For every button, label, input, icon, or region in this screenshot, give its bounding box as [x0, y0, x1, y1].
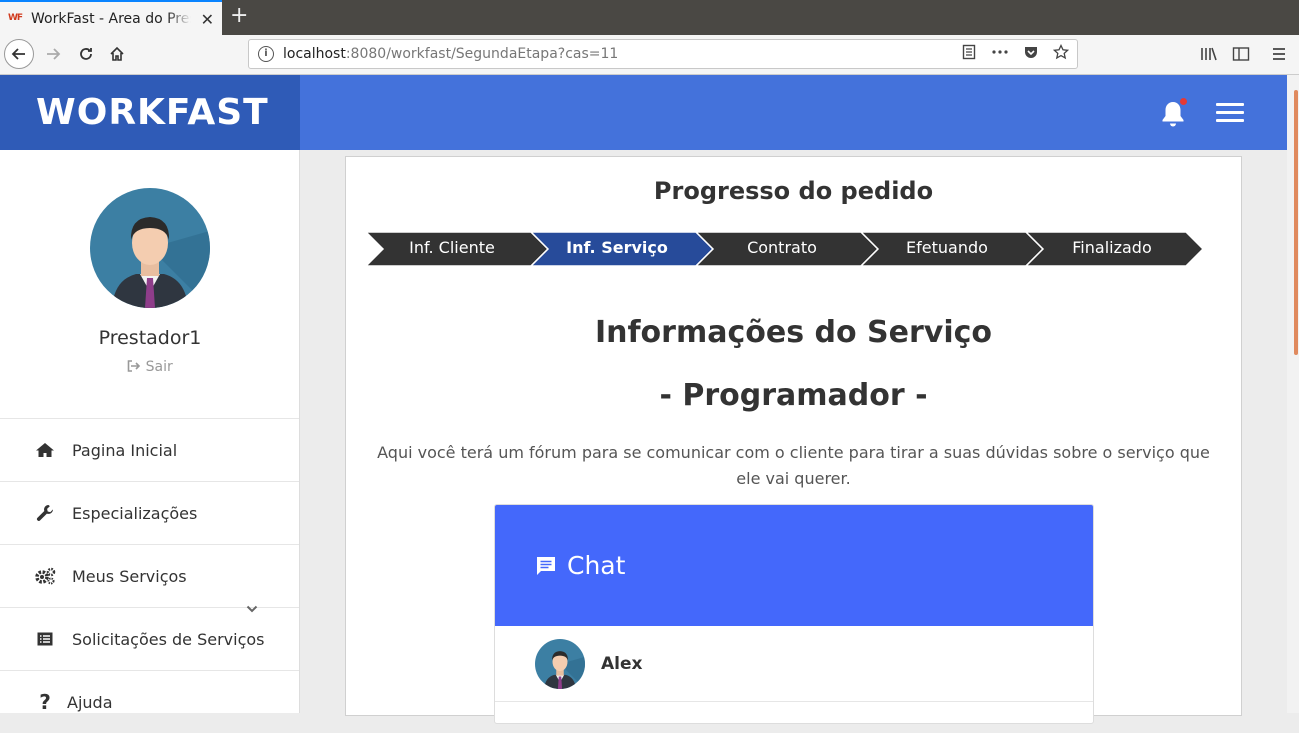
top-header [300, 75, 1287, 150]
forward-button[interactable] [38, 39, 68, 69]
chevron-down-icon[interactable] [246, 604, 258, 614]
progress-steps: Inf. Cliente Inf. Serviço Contrato Efetu… [366, 232, 1206, 266]
notification-dot [1180, 98, 1187, 105]
sidebar-item-meus-servicos[interactable]: Meus Serviços [0, 544, 299, 607]
sign-out-icon [127, 360, 141, 372]
logout-link[interactable]: Sair [0, 359, 300, 375]
user-name: Prestador1 [98, 327, 202, 349]
sidebar-item-pagina-inicial[interactable]: Pagina Inicial [0, 418, 299, 481]
step-inf-cliente: Inf. Cliente [409, 238, 495, 257]
pocket-icon[interactable] [1023, 44, 1039, 60]
step-finalizado: Finalizado [1072, 238, 1152, 257]
scrollbar-thumb[interactable] [1294, 90, 1298, 355]
reload-button[interactable] [71, 39, 101, 69]
sidebar-toggle-icon[interactable] [1232, 46, 1250, 62]
chat-title: Chat [567, 551, 626, 580]
browser-tab-bar: WF WorkFast - Area do Prestador ✕ + [0, 0, 1299, 35]
address-bar[interactable]: i localhost:8080/workfast/SegundaEtapa?c… [248, 39, 1078, 69]
browser-navigation-bar: i localhost:8080/workfast/SegundaEtapa?c… [0, 35, 1299, 75]
step-efetuando: Efetuando [906, 238, 988, 257]
reader-view-icon[interactable] [961, 44, 977, 60]
sidebar-item-solicitacoes[interactable]: Solicitações de Serviços [0, 604, 299, 670]
sidebar-item-ajuda[interactable]: ? Ajuda [0, 670, 299, 733]
step-inf-servico: Inf. Serviço [566, 238, 668, 257]
sidebar-menu: Pagina Inicial Especializações Meus Serv… [0, 418, 299, 733]
hamburger-menu-button[interactable] [1216, 103, 1244, 123]
bookmark-star-icon[interactable] [1053, 44, 1069, 60]
arrow-left-icon [11, 48, 25, 60]
browser-tab[interactable]: WF WorkFast - Area do Prestador ✕ [0, 0, 222, 35]
sidebar-item-especializacoes[interactable]: Especializações [0, 481, 299, 544]
close-tab-icon[interactable]: ✕ [201, 10, 214, 29]
home-button[interactable] [102, 39, 132, 69]
site-info-icon[interactable]: i [258, 46, 274, 62]
chat-panel: Chat Alex [494, 504, 1094, 724]
progress-title: Progresso do pedido [653, 177, 934, 205]
sidebar: Prestador1 Sair Pagina Inicial Especiali… [0, 150, 300, 714]
back-button[interactable] [4, 39, 34, 69]
brand-logo[interactable]: WORKFAST [0, 75, 300, 150]
brand-name: WORKFAST [36, 92, 269, 133]
order-card: Progresso do pedido Inf. Cliente Inf. Se… [345, 156, 1242, 724]
tab-title: WorkFast - Area do Prestador [31, 10, 191, 27]
home-outline-icon [110, 46, 124, 61]
sidebar-item-label: Solicitações de Serviços [72, 629, 265, 649]
user-avatar [90, 188, 210, 308]
sidebar-item-label: Especializações [72, 503, 198, 523]
page-scrollbar[interactable] [1287, 75, 1299, 713]
hamburger-line [1216, 119, 1244, 122]
sidebar-item-label: Meus Serviços [72, 566, 187, 586]
url-text[interactable]: localhost:8080/workfast/SegundaEtapa?cas… [283, 46, 618, 62]
step-contrato: Contrato [747, 238, 817, 257]
sidebar-item-label: Ajuda [67, 692, 113, 712]
home-icon [36, 443, 54, 457]
gears-icon [35, 567, 56, 585]
question-icon: ? [39, 690, 51, 714]
hamburger-line [1216, 111, 1244, 114]
main-content: Progresso do pedido Inf. Cliente Inf. Se… [300, 150, 1287, 724]
service-subtitle: - Programador - [659, 378, 928, 413]
list-icon [37, 632, 53, 646]
hamburger-line [1216, 103, 1244, 106]
url-path: :8080/workfast/SegundaEtapa?cas=11 [345, 46, 619, 62]
reload-icon [80, 48, 92, 60]
logout-label: Sair [145, 359, 173, 375]
chat-contact-row[interactable]: Alex [495, 626, 1093, 702]
menu-icon[interactable] [1271, 46, 1287, 62]
service-description: Aqui você terá um fórum para se comunica… [377, 443, 1210, 488]
url-host: localhost [283, 46, 346, 62]
sidebar-item-label: Pagina Inicial [72, 440, 178, 460]
contact-name: Alex [601, 653, 643, 674]
chat-header: Chat [495, 505, 1093, 626]
library-icon[interactable] [1200, 46, 1218, 62]
service-title: Informações do Serviço [594, 315, 993, 350]
arrow-right-icon [47, 48, 61, 60]
chat-bubble-icon [537, 556, 555, 575]
page-actions-icon[interactable] [991, 44, 1009, 60]
wrench-icon [36, 505, 53, 521]
workfast-favicon-icon: WF [8, 12, 23, 23]
contact-avatar [535, 638, 585, 689]
new-tab-button[interactable]: + [230, 3, 248, 28]
